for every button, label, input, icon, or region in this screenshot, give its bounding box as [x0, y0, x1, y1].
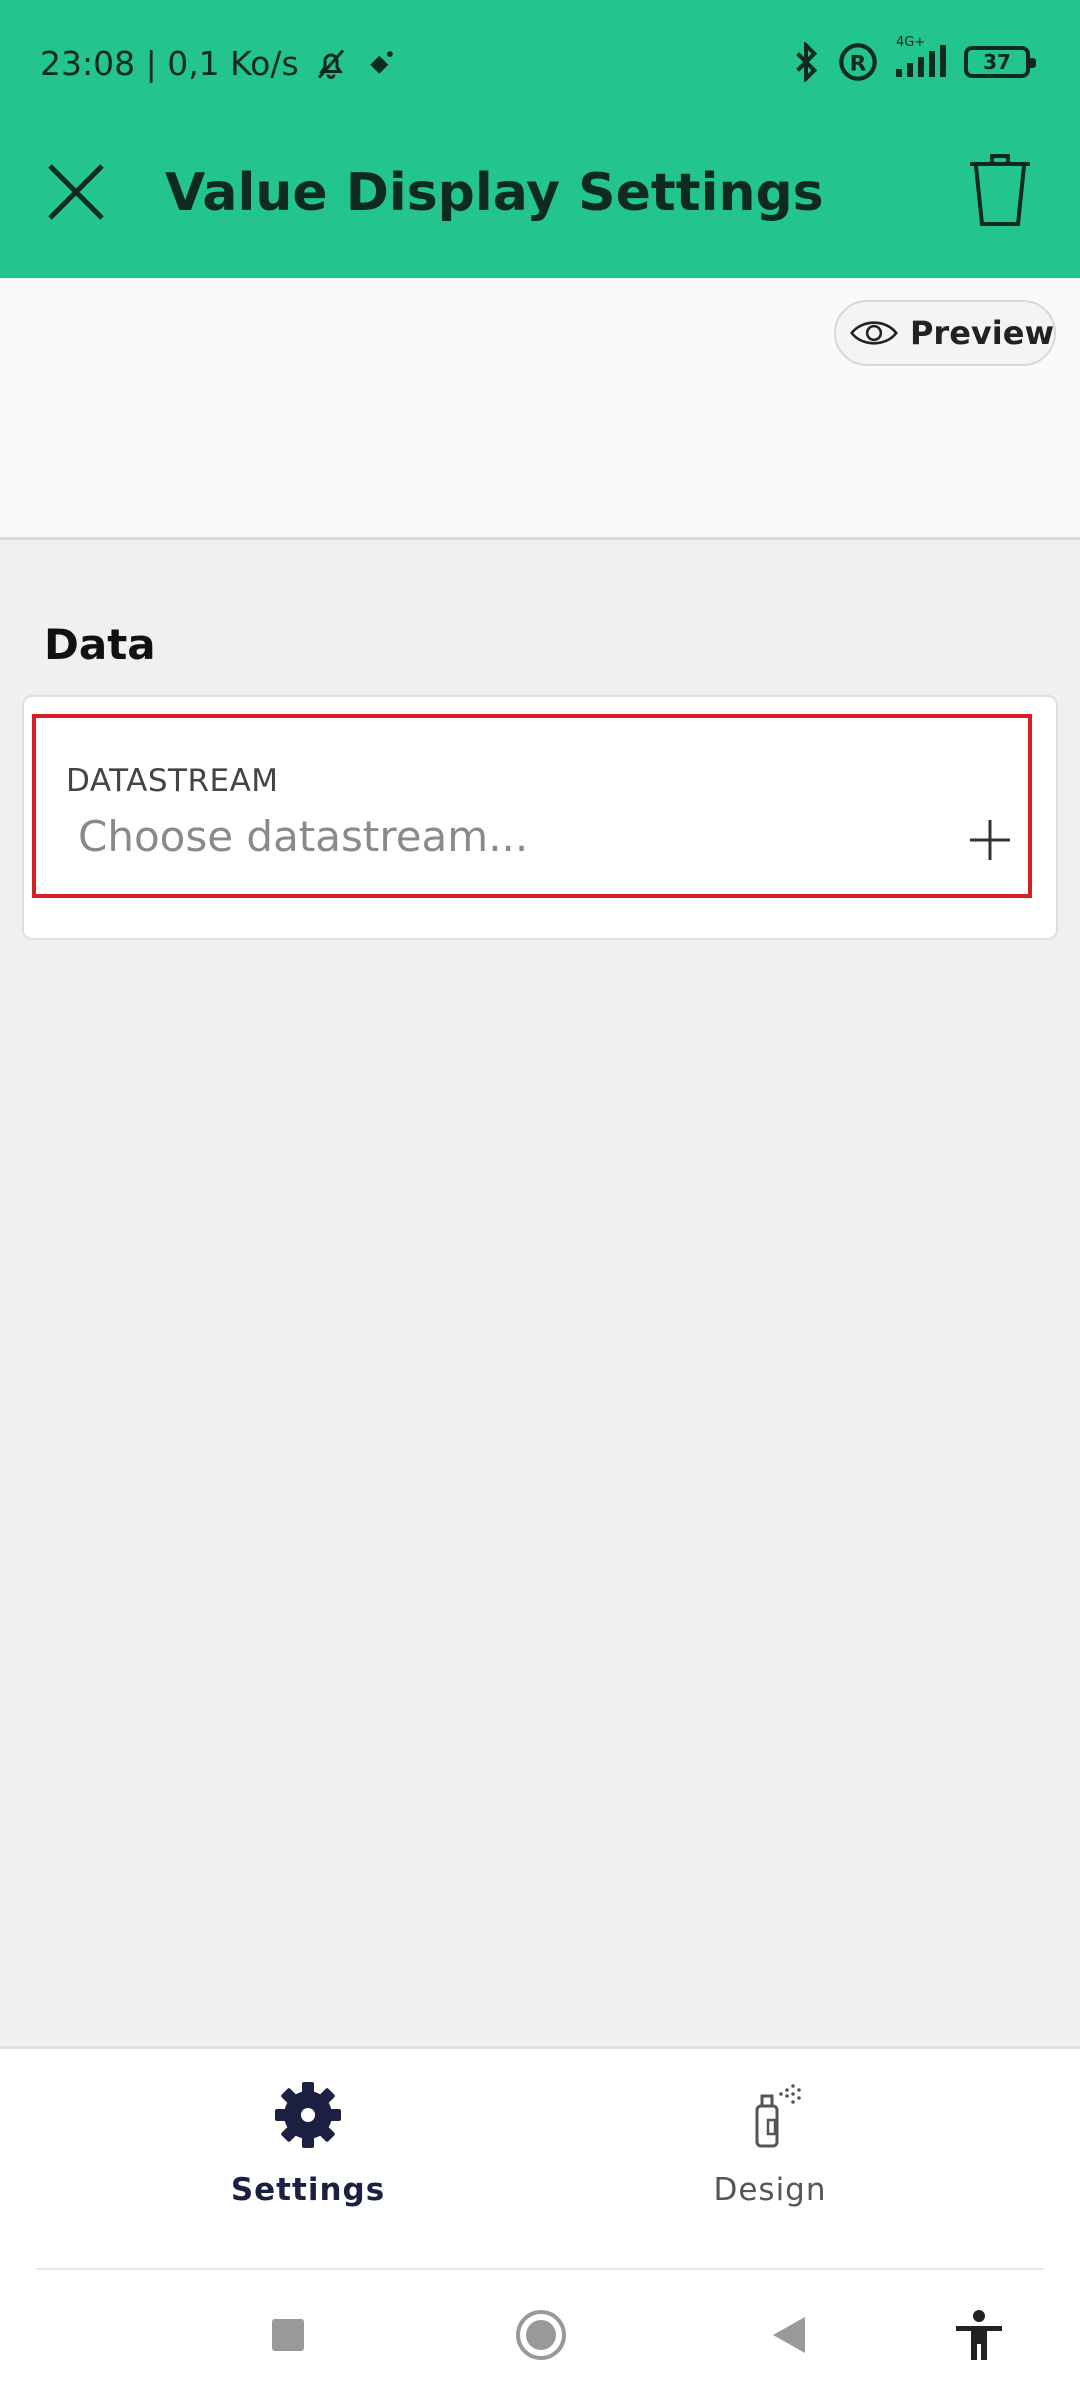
datastream-label: DATASTREAM	[66, 763, 279, 799]
recents-button[interactable]	[255, 2302, 321, 2368]
status-bar: 23:08 | 0,1 Ko/s R 4G+ 37	[0, 0, 1080, 130]
eye-icon	[850, 321, 898, 345]
tab-settings[interactable]: Settings	[158, 2080, 458, 2208]
accessibility-icon	[956, 2310, 1002, 2360]
tab-design-label: Design	[713, 2172, 827, 2208]
tab-settings-label: Settings	[230, 2172, 386, 2208]
section-title-data: Data	[44, 620, 156, 669]
satellite-icon	[369, 50, 393, 74]
close-button[interactable]	[44, 160, 108, 224]
preview-label: Preview	[909, 314, 1054, 352]
circle-icon	[516, 2310, 566, 2360]
datastream-select[interactable]: Choose datastream...	[78, 812, 528, 861]
trash-icon	[970, 154, 1030, 226]
plus-icon	[970, 820, 1010, 860]
back-button[interactable]	[756, 2302, 822, 2368]
gear-icon	[275, 2082, 341, 2148]
bell-off-icon	[317, 49, 344, 79]
accessibility-button[interactable]	[946, 2302, 1012, 2368]
spray-paint-icon	[755, 2084, 801, 2148]
datastream-field[interactable]	[32, 714, 1032, 898]
battery-level: 37	[983, 50, 1011, 74]
status-time: 23:08 | 0,1 Ko/s	[40, 44, 299, 83]
svg-text:R: R	[850, 51, 867, 76]
add-datastream-button[interactable]	[966, 816, 1014, 864]
back-triangle-icon	[773, 2317, 805, 2353]
preview-button[interactable]: Preview	[834, 300, 1056, 366]
home-button[interactable]	[508, 2302, 574, 2368]
tab-design[interactable]: Design	[620, 2080, 920, 2208]
registered-icon: R	[839, 43, 877, 81]
close-icon	[48, 164, 104, 220]
battery-icon: 37	[964, 46, 1036, 78]
network-type: 4G+	[896, 35, 926, 50]
signal-strength-icon: 4G+	[896, 35, 946, 77]
delete-button[interactable]	[968, 152, 1032, 228]
status-right: R 4G+ 37	[792, 35, 1036, 82]
status-left: 23:08 | 0,1 Ko/s	[40, 44, 397, 83]
bluetooth-icon	[796, 42, 818, 82]
square-icon	[272, 2319, 304, 2351]
page-title: Value Display Settings	[165, 163, 824, 223]
